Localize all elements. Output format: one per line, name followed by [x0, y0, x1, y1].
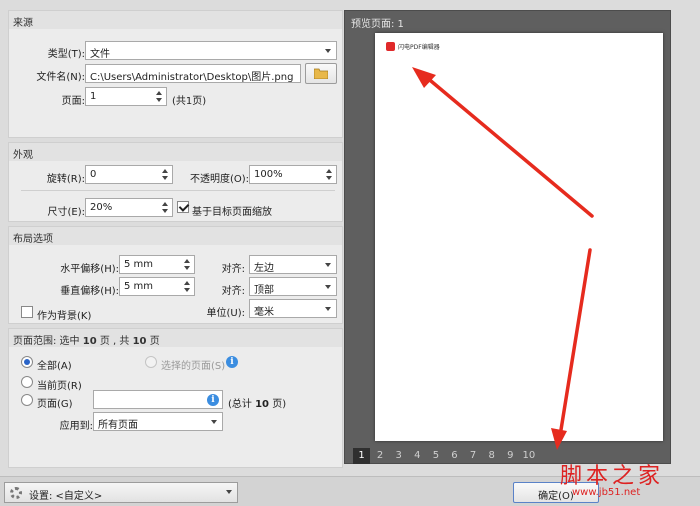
rotation-arrows-icon[interactable]	[160, 167, 170, 182]
size-arrows-icon[interactable]	[160, 200, 170, 215]
type-label: 类型(T):	[47, 49, 85, 60]
unit-label: 单位(U):	[206, 308, 246, 319]
page-total-text: (共1页)	[172, 96, 207, 107]
logo-text: 闪电PDF编辑器	[398, 44, 440, 51]
page-number-1[interactable]: 1	[353, 448, 370, 464]
rotation-stepper[interactable]: 0	[85, 165, 173, 184]
h-offset-label: 水平偏移(H):	[60, 264, 119, 275]
page-number-3[interactable]: 3	[390, 448, 407, 464]
page-range-selected-count: 10	[82, 336, 97, 347]
h-offset-stepper[interactable]: 5 mm	[119, 255, 195, 274]
v-offset-value: 5 mm	[124, 281, 154, 292]
browse-folder-button[interactable]	[305, 63, 337, 84]
page-stepper-value: 1	[90, 91, 97, 102]
background-checkbox[interactable]	[21, 306, 33, 318]
page-number-10[interactable]: 10	[520, 448, 537, 464]
appearance-panel: 外观 旋转(R): 0 不透明度(O): 100% 尺寸(E): 20% 基于目…	[8, 142, 343, 222]
scale-checkbox-label[interactable]: 基于目标页面缩放	[192, 203, 272, 218]
v-offset-arrows-icon[interactable]	[182, 279, 192, 294]
page-range-title-mid: 页 , 共	[99, 336, 130, 347]
settings-label: 设置: <自定义>	[29, 491, 103, 502]
h-offset-arrows-icon[interactable]	[182, 257, 192, 272]
info-icon[interactable]: i	[226, 356, 238, 368]
opacity-arrows-icon[interactable]	[324, 167, 334, 182]
h-offset-value: 5 mm	[124, 259, 154, 270]
h-align-label: 对齐:	[221, 264, 245, 275]
unit-select[interactable]: 毫米	[249, 299, 337, 318]
settings-select[interactable]: 设置: <自定义>	[4, 482, 238, 503]
page-range-title: 页面范围: 选中 10 页 , 共 10 页	[9, 329, 342, 347]
preview-panel: 预览页面: 1 闪电PDF编辑器 1 2 3 4 5 6 7 8 9 10	[344, 10, 671, 464]
page-stepper-arrows-icon[interactable]	[154, 89, 164, 104]
all-pages-radio[interactable]	[21, 356, 33, 368]
opacity-label: 不透明度(O):	[189, 174, 249, 185]
gear-icon	[10, 487, 22, 499]
pages-total-prefix: (总计	[228, 399, 252, 410]
appearance-divider	[21, 190, 335, 191]
page-number-8[interactable]: 8	[483, 448, 500, 464]
layout-panel: 布局选项 水平偏移(H): 5 mm 对齐: 左边 垂直偏移(H): 5 mm …	[8, 226, 343, 324]
page-selector: 1 2 3 4 5 6 7 8 9 10	[353, 448, 539, 464]
pages-radio[interactable]	[21, 394, 33, 406]
logo-icon	[386, 42, 395, 51]
rotation-label: 旋转(R):	[46, 174, 85, 185]
folder-icon	[313, 68, 329, 80]
size-label: 尺寸(E):	[47, 207, 86, 218]
size-value: 20%	[90, 202, 113, 213]
filename-input[interactable]: C:\Users\Administrator\Desktop\图片.png	[85, 64, 301, 83]
page-range-title-suffix: 页	[149, 336, 160, 347]
pages-input[interactable]	[93, 390, 223, 409]
page-number-5[interactable]: 5	[427, 448, 444, 464]
background-checkbox-label[interactable]: 作为背景(K)	[37, 307, 91, 322]
page-range-title-prefix: 页面范围: 选中	[13, 336, 80, 347]
watermark-text: 脚本之家	[560, 464, 665, 489]
rotation-value: 0	[90, 169, 97, 180]
current-page-label[interactable]: 当前页(R)	[37, 377, 82, 392]
h-align-select[interactable]: 左边	[249, 255, 337, 274]
page-number-2[interactable]: 2	[372, 448, 389, 464]
page-number-7[interactable]: 7	[465, 448, 482, 464]
watermark-dialog: 来源 类型(T): 文件 文件名(N): C:\Users\Administra…	[0, 0, 700, 506]
opacity-stepper[interactable]: 100%	[249, 165, 337, 184]
v-align-label: 对齐:	[221, 286, 245, 297]
layout-panel-title: 布局选项	[9, 227, 342, 245]
v-align-select[interactable]: 顶部	[249, 277, 337, 296]
page-number-4[interactable]: 4	[409, 448, 426, 464]
apply-to-select[interactable]: 所有页面	[93, 412, 223, 431]
watermark-url: www.jb51.net	[572, 487, 641, 498]
source-panel: 来源 类型(T): 文件 文件名(N): C:\Users\Administra…	[8, 10, 343, 138]
scale-checkbox[interactable]	[177, 201, 189, 213]
page-stepper[interactable]: 1	[85, 87, 167, 106]
selected-pages-radio[interactable]	[145, 356, 157, 368]
page-number-6[interactable]: 6	[446, 448, 463, 464]
apply-to-label: 应用到:	[59, 421, 93, 432]
page-range-panel: 页面范围: 选中 10 页 , 共 10 页 全部(A) 选择的页面(S) i …	[8, 328, 343, 468]
v-offset-stepper[interactable]: 5 mm	[119, 277, 195, 296]
pages-info-icon[interactable]: i	[207, 394, 219, 406]
page-range-total-count: 10	[132, 336, 147, 347]
opacity-value: 100%	[254, 169, 283, 180]
pages-total-text: (总计 10 页)	[228, 395, 286, 410]
all-pages-label[interactable]: 全部(A)	[37, 357, 72, 372]
preview-page: 闪电PDF编辑器	[375, 33, 663, 441]
pages-label[interactable]: 页面(G)	[37, 395, 73, 410]
selected-pages-label[interactable]: 选择的页面(S)	[161, 357, 225, 372]
preview-title: 预览页面: 1	[351, 19, 404, 30]
page-label: 页面:	[61, 96, 85, 107]
size-stepper[interactable]: 20%	[85, 198, 173, 217]
pages-total-suffix: 页)	[272, 399, 287, 410]
page-number-9[interactable]: 9	[502, 448, 519, 464]
appearance-panel-title: 外观	[9, 143, 342, 161]
type-select[interactable]: 文件	[85, 41, 337, 60]
current-page-radio[interactable]	[21, 376, 33, 388]
filename-label: 文件名(N):	[36, 72, 85, 83]
pages-total-count: 10	[255, 399, 270, 410]
v-offset-label: 垂直偏移(H):	[60, 286, 119, 297]
source-panel-title: 来源	[9, 11, 342, 29]
